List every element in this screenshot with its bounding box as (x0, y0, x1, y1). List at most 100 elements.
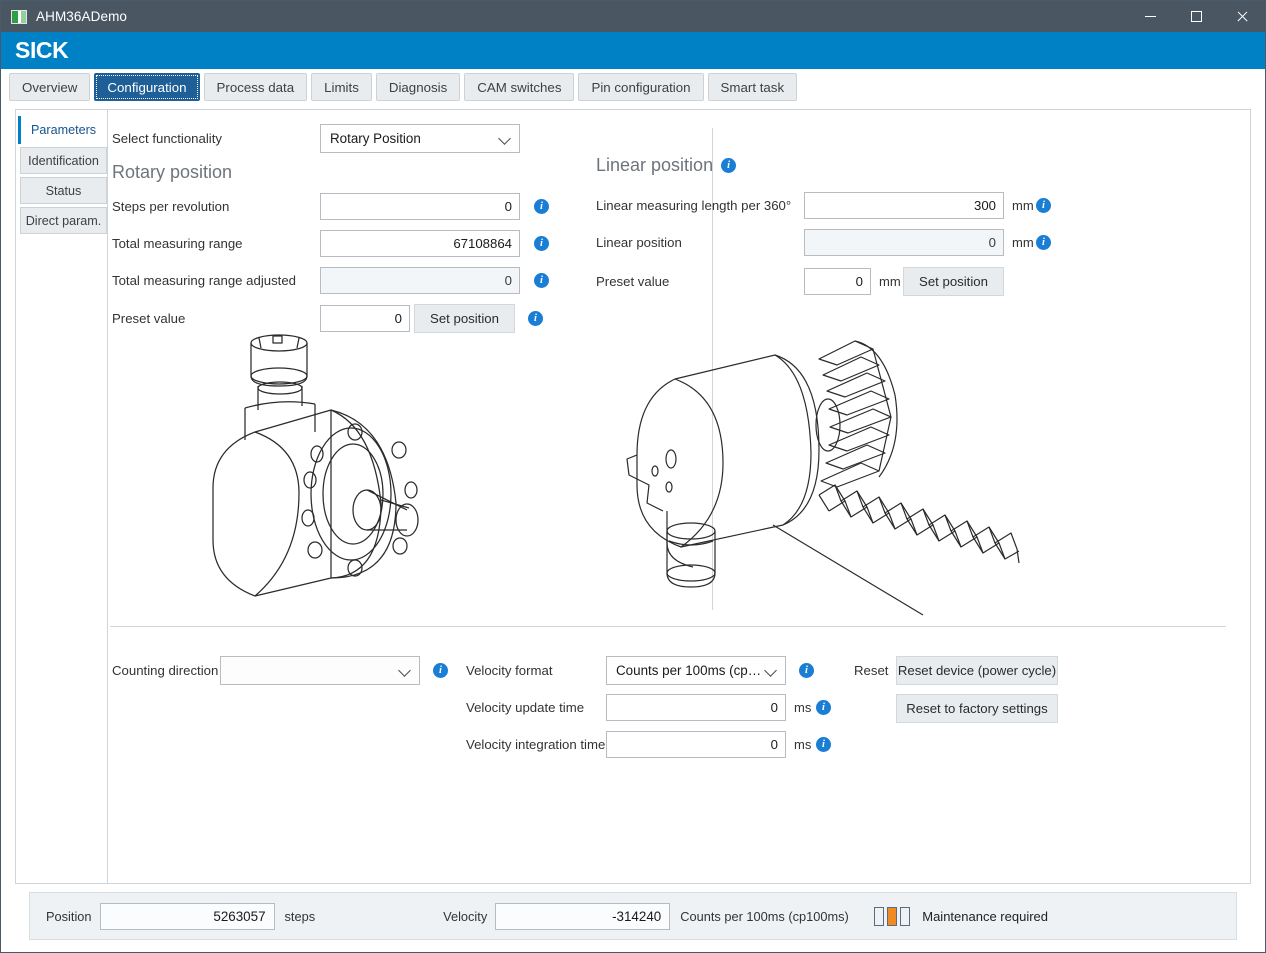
tab-configuration[interactable]: Configuration (94, 73, 200, 101)
tab-limits[interactable]: Limits (311, 73, 372, 101)
tab-diagnosis[interactable]: Diagnosis (375, 73, 461, 101)
velocity-update-time-unit: ms (794, 700, 812, 715)
status-bar-3 (900, 906, 911, 926)
info-icon[interactable]: i (528, 311, 543, 326)
info-icon[interactable]: i (1036, 235, 1051, 250)
body-area: Parameters Identification Status Direct … (1, 105, 1265, 952)
tab-process-data[interactable]: Process data (203, 73, 308, 101)
side-tab-strip: Parameters Identification Status Direct … (16, 110, 108, 883)
velocity-integration-time-row: Velocity integration time 0 ms i (466, 731, 986, 758)
reset-device-button[interactable]: Reset device (power cycle) (896, 656, 1058, 685)
linear-position-unit: mm (1012, 235, 1034, 250)
brand-bar: SICK (1, 32, 1265, 69)
window-title: AHM36ADemo (36, 9, 128, 24)
velocity-update-time-input[interactable]: 0 (606, 694, 786, 721)
linear-position-title-text: Linear position (596, 155, 714, 175)
linear-preset-value-label: Preset value (596, 274, 670, 289)
reset-factory-row: Reset to factory settings (896, 694, 1058, 723)
info-icon[interactable]: i (433, 663, 448, 678)
chevron-down-icon (766, 665, 777, 676)
info-icon[interactable]: i (816, 737, 831, 752)
select-functionality-value: Rotary Position (330, 131, 421, 146)
select-functionality-row: Select functionality Rotary Position (112, 124, 672, 153)
minimize-icon (1144, 16, 1156, 17)
velocity-integration-time-label: Velocity integration time (466, 737, 606, 752)
linear-measuring-length-input[interactable]: 300 (804, 192, 1004, 219)
info-icon[interactable]: i (721, 158, 737, 173)
info-icon[interactable]: i (816, 700, 831, 715)
close-button[interactable] (1219, 1, 1265, 32)
sick-logo: SICK (15, 37, 69, 63)
total-measuring-range-label: Total measuring range (112, 236, 243, 251)
linear-preset-value-input[interactable]: 0 (804, 268, 871, 295)
status-position-label: Position (46, 908, 92, 924)
sidebar-item-identification[interactable]: Identification (20, 147, 107, 174)
parameters-form: Select functionality Rotary Position Rot… (108, 110, 1250, 883)
reset-row: Reset Reset device (power cycle) (854, 656, 1058, 685)
status-bar-1 (874, 906, 885, 926)
close-icon (1236, 11, 1248, 23)
velocity-update-time-label: Velocity update time (466, 700, 585, 715)
linear-position-label: Linear position (596, 235, 682, 250)
sidebar-item-status[interactable]: Status (20, 177, 107, 204)
status-indicator (874, 906, 911, 926)
counting-direction-label: Counting direction (112, 663, 219, 678)
steps-per-revolution-input[interactable]: 0 (320, 193, 520, 220)
velocity-integration-time-unit: ms (794, 737, 812, 752)
app-icon (11, 9, 27, 24)
velocity-format-value: Counts per 100ms (cp… (616, 663, 760, 678)
maximize-icon (1190, 11, 1202, 22)
tab-smart-task[interactable]: Smart task (707, 73, 798, 101)
linear-set-position-button[interactable]: Set position (903, 267, 1004, 296)
linear-position-row: Linear position 0 mm i (596, 229, 1156, 256)
tab-cam-switches[interactable]: CAM switches (464, 73, 575, 101)
sidebar-item-direct-param[interactable]: Direct param. (20, 207, 107, 234)
linear-rack-illustration (626, 340, 1020, 616)
sidebar-item-parameters[interactable]: Parameters (18, 116, 107, 144)
title-bar: AHM36ADemo (1, 1, 1265, 32)
select-functionality-label: Select functionality (112, 131, 222, 146)
linear-measuring-length-unit: mm (1012, 198, 1034, 213)
linear-measuring-length-row: Linear measuring length per 360° 300 mm … (596, 192, 1156, 219)
chevron-down-icon (500, 133, 511, 144)
linear-position-input: 0 (804, 229, 1004, 256)
status-velocity-label: Velocity (443, 908, 488, 924)
select-functionality-dropdown[interactable]: Rotary Position (320, 124, 520, 153)
linear-measuring-length-label: Linear measuring length per 360° (596, 198, 792, 213)
velocity-format-dropdown[interactable]: Counts per 100ms (cp… (606, 656, 786, 685)
linear-preset-value-unit: mm (879, 274, 901, 289)
main-tab-strip: Overview Configuration Process data Limi… (1, 69, 1265, 105)
status-bar-2 (887, 906, 898, 926)
maximize-button[interactable] (1173, 1, 1219, 32)
application-window: AHM36ADemo SICK Overview Configuration P… (0, 0, 1266, 953)
status-velocity-value: -314240 (495, 902, 671, 930)
status-position-unit: steps (284, 908, 316, 924)
minimize-button[interactable] (1127, 1, 1173, 32)
info-icon[interactable]: i (534, 273, 549, 288)
info-icon[interactable]: i (534, 236, 549, 251)
reset-factory-settings-button[interactable]: Reset to factory settings (896, 694, 1058, 723)
status-bar: Position 5263057 steps Velocity -314240 … (29, 892, 1237, 940)
rotary-preset-value-label: Preset value (112, 311, 186, 326)
section-divider (110, 626, 1226, 627)
chevron-down-icon (400, 665, 411, 676)
total-measuring-range-adjusted-label: Total measuring range adjusted (112, 273, 297, 288)
total-measuring-range-input[interactable]: 67108864 (320, 230, 520, 257)
total-measuring-range-adjusted-input: 0 (320, 267, 520, 294)
steps-per-revolution-label: Steps per revolution (112, 199, 230, 214)
info-icon[interactable]: i (534, 199, 549, 214)
linear-preset-value-row: Preset value 0 mm Set position (596, 267, 1156, 296)
info-icon[interactable]: i (799, 663, 814, 678)
linear-position-title: Linear position i (596, 155, 737, 176)
tab-pin-configuration[interactable]: Pin configuration (578, 73, 704, 101)
status-velocity-unit: Counts per 100ms (cp100ms) (680, 908, 849, 924)
info-icon[interactable]: i (1036, 198, 1051, 213)
rotary-encoder-illustration (212, 334, 419, 597)
status-position-value: 5263057 (99, 902, 275, 930)
velocity-integration-time-input[interactable]: 0 (606, 731, 786, 758)
velocity-format-label: Velocity format (466, 663, 553, 678)
rotary-position-title-text: Rotary position (112, 162, 233, 182)
window-controls (1127, 1, 1265, 32)
tab-overview[interactable]: Overview (9, 73, 91, 101)
counting-direction-dropdown[interactable] (220, 656, 420, 685)
